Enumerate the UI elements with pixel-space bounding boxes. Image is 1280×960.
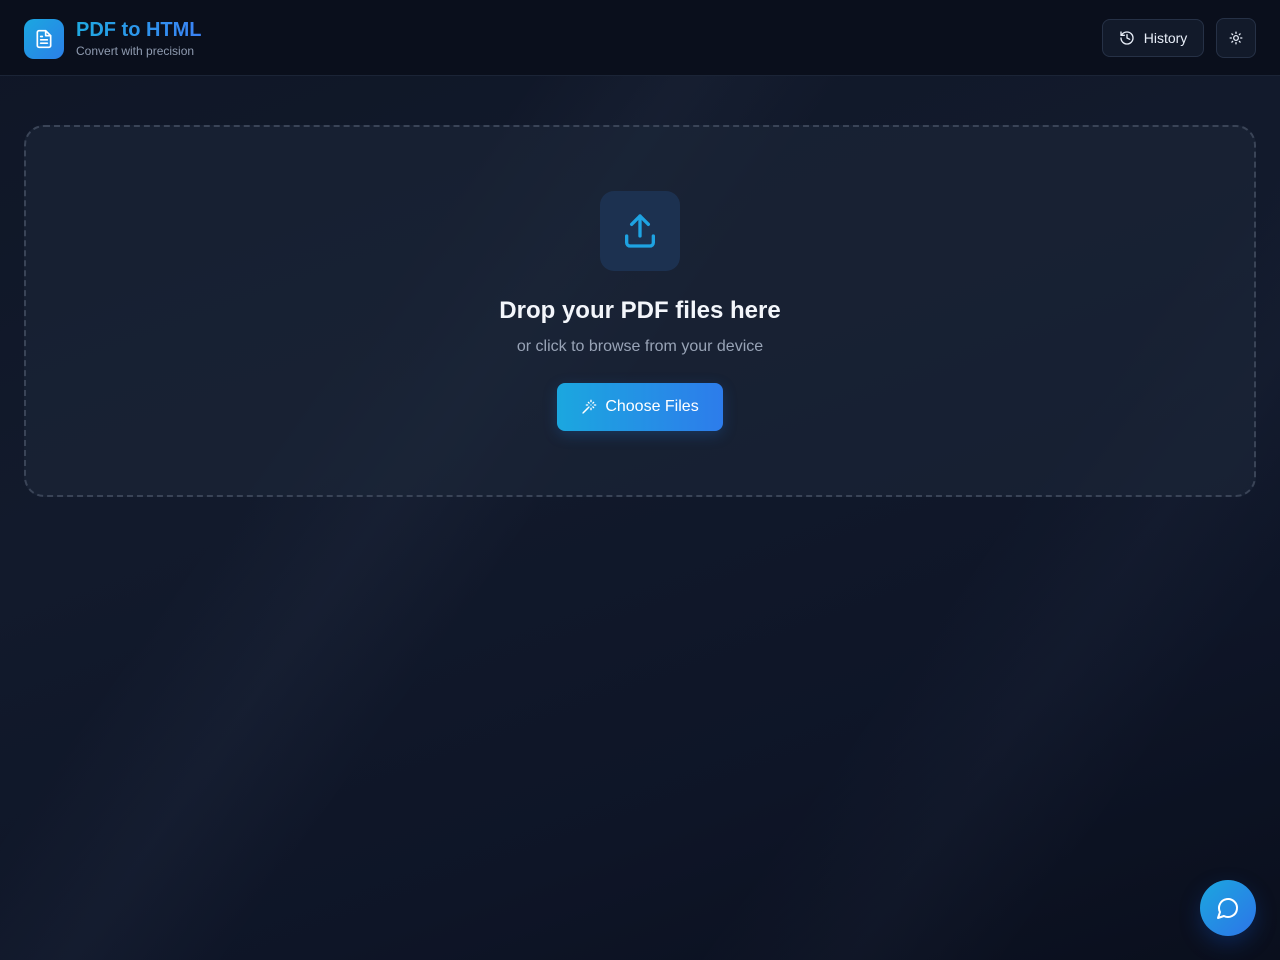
app-header: PDF to HTML Convert with precision Histo… <box>0 0 1280 76</box>
pdf-dropzone[interactable]: Drop your PDF files here or click to bro… <box>24 125 1256 497</box>
choose-files-button[interactable]: Choose Files <box>557 383 723 431</box>
upload-icon <box>600 191 680 271</box>
brand-text: PDF to HTML Convert with precision <box>76 18 202 59</box>
dropzone-subtitle: or click to browse from your device <box>516 338 764 355</box>
history-button[interactable]: History <box>1102 19 1204 57</box>
sun-icon <box>1229 31 1243 45</box>
theme-toggle-button[interactable] <box>1216 18 1256 58</box>
dropzone-title: Drop your PDF files here <box>499 297 781 324</box>
app-subtitle: Convert with precision <box>76 44 195 58</box>
history-label: History <box>1143 30 1188 46</box>
choose-files-label: Choose Files <box>605 398 699 415</box>
message-circle-icon <box>1216 896 1240 920</box>
brand[interactable]: PDF to HTML Convert with precision <box>24 18 202 59</box>
app-title: PDF to HTML <box>76 19 202 41</box>
history-icon <box>1119 30 1135 46</box>
chat-button[interactable] <box>1200 880 1256 936</box>
sparkles-icon <box>581 399 597 415</box>
file-text-icon <box>24 18 64 59</box>
